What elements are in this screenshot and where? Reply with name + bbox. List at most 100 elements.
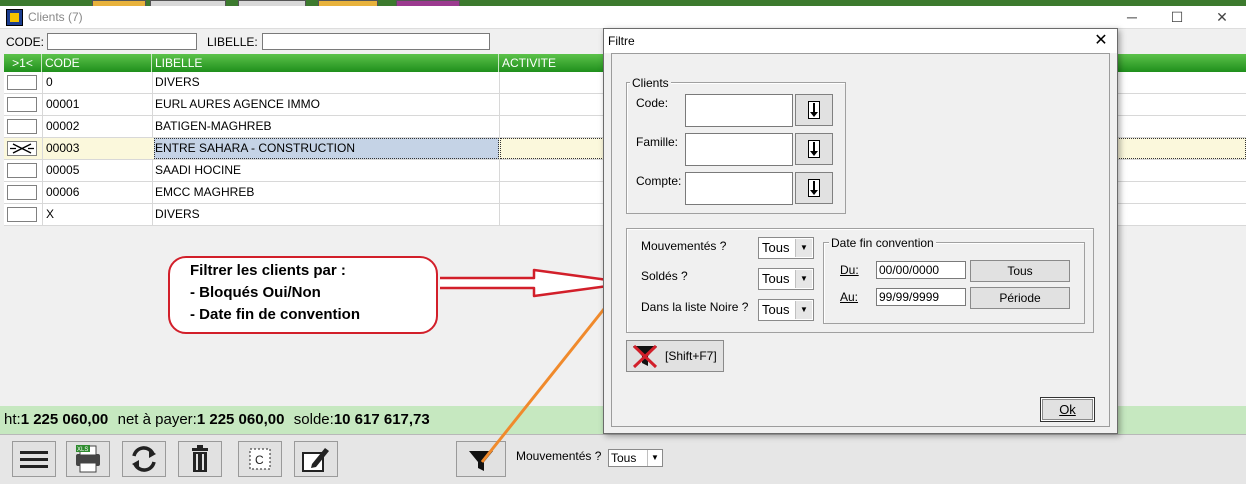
maximize-icon[interactable]: ☐ [1162, 8, 1192, 26]
compte-field[interactable] [685, 172, 793, 205]
window-title: Clients (7) [28, 10, 83, 24]
code-label: Code: [636, 96, 669, 110]
row-select-box[interactable] [7, 207, 37, 222]
famille-label: Famille: [636, 135, 679, 149]
dialog-titlebar: Filtre ✕ [604, 29, 1117, 53]
header-code[interactable]: CODE [42, 54, 152, 72]
export-xls-button[interactable]: XLS [66, 441, 110, 477]
row-select-box[interactable] [7, 119, 37, 134]
picker-icon [808, 101, 820, 119]
dialog-body: Clients Code: Famille: Compte: Mouvement… [611, 53, 1110, 427]
row-code: 00006 [46, 185, 80, 199]
code-picker-button[interactable] [795, 94, 833, 126]
code-field[interactable] [685, 94, 793, 127]
famille-picker-button[interactable] [795, 133, 833, 165]
bottom-toolbar: XLS C Mouvementés ? Tous ▼ [0, 434, 1246, 484]
row-select-box[interactable] [7, 97, 37, 112]
du-label: Du: [840, 263, 859, 277]
edit-icon [302, 448, 329, 472]
soldes-value: Tous [762, 271, 790, 286]
libelle-filter-label: LIBELLE: [207, 35, 258, 49]
callout-line-2: - Bloqués Oui/Non [190, 284, 321, 301]
annotation-callout: Filtrer les clients par : - Bloqués Oui/… [168, 256, 438, 334]
clear-filter-icon [632, 344, 658, 369]
au-value: 99/99/9999 [879, 290, 940, 304]
callout-line-3: - Date fin de convention [190, 306, 361, 323]
refresh-button[interactable] [122, 441, 166, 477]
compte-label: Compte: [636, 174, 682, 188]
row-libelle: BATIGEN-MAGHREB [155, 119, 272, 133]
row-libelle: DIVERS [155, 75, 200, 89]
ht-label: ht: [4, 411, 21, 428]
compte-picker-button[interactable] [795, 172, 833, 204]
app-icon [6, 9, 23, 26]
row-code: 0 [46, 75, 53, 89]
row-libelle: EMCC MAGHREB [155, 185, 255, 199]
date-group-title: Date fin convention [829, 236, 936, 250]
net-label: net à payer: [117, 411, 197, 428]
clients-group-title: Clients [630, 76, 671, 90]
callout-line-1: Filtrer les clients par : [190, 262, 346, 279]
chevron-down-icon: ▼ [795, 270, 812, 288]
libelle-filter-input[interactable] [262, 33, 490, 50]
svg-text:XLS: XLS [77, 447, 88, 453]
row-select-box[interactable] [7, 163, 37, 178]
filter-dialog: Filtre ✕ Clients Code: Famille: Compte: … [603, 28, 1118, 434]
svg-text:C: C [255, 453, 264, 467]
au-field[interactable]: 99/99/9999 [876, 288, 966, 306]
picker-icon [808, 179, 820, 197]
net-value: 1 225 060,00 [196, 411, 285, 428]
minimize-icon[interactable]: ─ [1117, 8, 1147, 26]
row-select-box[interactable] [7, 185, 37, 200]
print-xls-icon: XLS [76, 445, 100, 473]
row-libelle: EURL AURES AGENCE IMMO [155, 97, 320, 111]
periode-button[interactable]: Période [970, 287, 1070, 309]
dialog-title: Filtre [608, 34, 635, 48]
du-field[interactable]: 00/00/0000 [876, 261, 966, 279]
tous-button[interactable]: Tous [970, 260, 1070, 282]
header-libelle[interactable]: LIBELLE [152, 54, 499, 72]
header-select[interactable]: >1< [4, 54, 42, 72]
edit-button[interactable] [294, 441, 338, 477]
picker-icon [808, 140, 820, 158]
row-code: 00003 [46, 141, 80, 155]
dialog-close-icon[interactable]: ✕ [1090, 31, 1112, 51]
delete-button[interactable] [178, 441, 222, 477]
famille-field[interactable] [685, 133, 793, 166]
chevron-down-icon: ▼ [647, 450, 662, 466]
au-label: Au: [840, 290, 859, 304]
du-value: 00/00/0000 [879, 263, 940, 277]
menu-button[interactable] [12, 441, 56, 477]
checked-cross-icon [10, 143, 34, 154]
row-select-box[interactable] [7, 141, 37, 156]
ok-button[interactable]: Ok [1040, 397, 1095, 422]
row-select-box[interactable] [7, 75, 37, 90]
window-titlebar: Clients (7) ─ ☐ ✕ [0, 6, 1246, 29]
code-filter-input[interactable] [47, 33, 197, 50]
liste-noire-select[interactable]: Tous ▼ [758, 299, 814, 321]
row-code: X [46, 207, 55, 221]
chevron-down-icon: ▼ [795, 301, 812, 319]
solde-value: 10 617 617,73 [333, 411, 430, 428]
code-filter-label: CODE: [6, 35, 45, 49]
refresh-icon [132, 446, 156, 472]
row-code: 00005 [46, 163, 80, 177]
date-groupbox [823, 242, 1085, 324]
mouvementes-value: Tous [762, 240, 790, 255]
soldes-select[interactable]: Tous ▼ [758, 268, 814, 290]
menu-icon [20, 451, 48, 468]
reset-shortcut-label: [Shift+F7] [665, 349, 717, 363]
toolbar-mouvementes-select[interactable]: Tous ▼ [608, 449, 663, 467]
close-icon[interactable]: ✕ [1207, 8, 1237, 26]
row-code: 00002 [46, 119, 80, 133]
orange-pointer-line [480, 303, 610, 463]
liste-noire-label: Dans la liste Noire ? [641, 300, 749, 314]
mouvementes-select[interactable]: Tous ▼ [758, 237, 814, 259]
mouvementes-label: Mouvementés ? [641, 239, 727, 253]
row-libelle: SAADI HOCINE [155, 163, 242, 177]
copy-button[interactable]: C [238, 441, 282, 477]
row-libelle: ENTRE SAHARA - CONSTRUCTION [155, 141, 356, 155]
soldes-label: Soldés ? [641, 269, 688, 283]
copy-icon: C [249, 448, 271, 470]
reset-filter-button[interactable]: [Shift+F7] [626, 340, 724, 372]
